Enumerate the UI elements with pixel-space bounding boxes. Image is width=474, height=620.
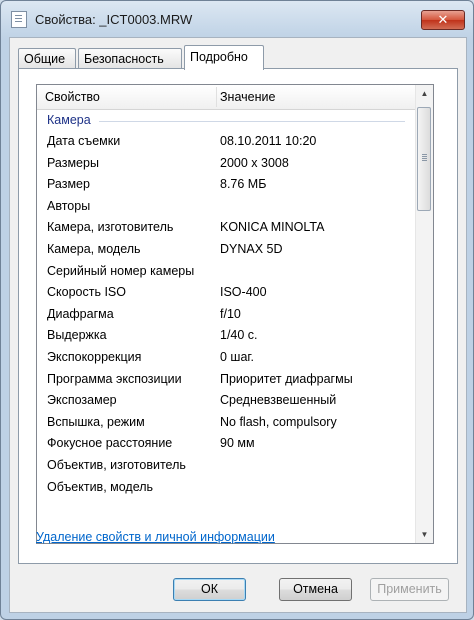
table-row[interactable]: Фокусное расстояние 90 мм — [37, 433, 415, 455]
property-name: Экспозамер — [47, 393, 117, 408]
property-name: Авторы — [47, 198, 91, 213]
table-row[interactable]: Экспозамер Средневзвешенный — [37, 390, 415, 412]
property-name: Дата съемки — [47, 134, 121, 148]
table-row[interactable]: Выдержка 1/40 с. — [37, 325, 415, 347]
details-panel: Свойство Значение Камера Дата съемки 08.1… — [18, 68, 458, 564]
property-value[interactable]: f/10 — [220, 307, 241, 321]
table-row[interactable]: Скорость ISO ISO-400 — [37, 282, 415, 304]
tab-security[interactable]: Безопасность — [78, 48, 182, 69]
property-value[interactable]: 1/40 с. — [220, 328, 258, 342]
property-value[interactable]: DYNAX 5D — [220, 242, 283, 256]
window-title: Свойства: _ICT0003.MRW — [35, 12, 193, 27]
file-properties-icon — [11, 11, 27, 28]
property-name: Камера, модель — [47, 242, 141, 256]
title-bar[interactable]: Свойства: _ICT0003.MRW ✕ — [1, 1, 473, 37]
property-name: Размеры — [47, 155, 99, 170]
table-row[interactable]: Объектив, модель — [37, 477, 415, 499]
column-header-property[interactable]: Свойство — [45, 90, 100, 104]
property-value[interactable]: 2000 x 3008 — [220, 156, 289, 170]
table-row[interactable]: Объектив, изготовитель — [37, 455, 415, 477]
ok-button[interactable]: ОК — [173, 578, 246, 601]
property-name: Объектив, изготовитель — [47, 458, 186, 472]
property-name: Серийный номер камеры — [47, 263, 195, 278]
remove-properties-link[interactable]: Удаление свойств и личной информации — [36, 530, 275, 544]
table-row[interactable]: Камера, изготовитель KONICA MINOLTA — [37, 217, 415, 239]
property-name: Вспышка, режим — [47, 414, 145, 429]
property-value[interactable]: ISO-400 — [220, 285, 267, 299]
table-row[interactable]: Вспышка, режим No flash, compulsory — [37, 412, 415, 434]
table-row[interactable]: Диафрагма f/10 — [37, 304, 415, 326]
tab-general[interactable]: Общие — [18, 48, 76, 69]
property-value[interactable]: KONICA MINOLTA — [220, 220, 324, 234]
property-value[interactable]: 90 мм — [220, 436, 255, 450]
property-value[interactable]: Приоритет диафрагмы — [220, 372, 353, 386]
table-row[interactable]: Дата съемки 08.10.2011 10:20 — [37, 131, 415, 153]
table-row[interactable]: Серийный номер камеры — [37, 261, 415, 283]
property-name: Объектив, модель — [47, 479, 154, 494]
properties-list[interactable]: Свойство Значение Камера Дата съемки 08.1… — [36, 84, 434, 544]
property-name: Размер — [47, 177, 90, 192]
close-button[interactable]: ✕ — [421, 10, 465, 30]
property-value[interactable]: 8.76 МБ — [220, 177, 266, 191]
property-value[interactable]: No flash, compulsory — [220, 415, 337, 429]
scroll-thumb[interactable] — [417, 107, 431, 211]
column-divider[interactable] — [216, 87, 217, 107]
vertical-scrollbar[interactable]: ▲ ▼ — [415, 85, 433, 543]
property-value[interactable]: 0 шаг. — [220, 350, 254, 364]
dialog-body: Общие Безопасность Подробно Свойство Зна… — [9, 37, 467, 613]
table-row[interactable]: Авторы — [37, 196, 415, 218]
property-name: Камера, изготовитель — [47, 220, 174, 235]
grip-icon — [422, 154, 427, 155]
column-header-value[interactable]: Значение — [220, 90, 275, 104]
apply-button[interactable]: Применить — [370, 578, 449, 601]
group-divider — [99, 121, 405, 122]
property-name: Экспокоррекция — [47, 350, 142, 364]
property-value[interactable]: 08.10.2011 10:20 — [220, 134, 316, 148]
property-value[interactable]: Средневзвешенный — [220, 393, 336, 407]
table-row[interactable]: Камера, модель DYNAX 5D — [37, 239, 415, 261]
group-label: Камера — [47, 113, 91, 127]
tab-details[interactable]: Подробно — [184, 45, 264, 70]
property-name: Диафрагма — [47, 306, 114, 321]
group-header-camera: Камера — [37, 111, 415, 131]
properties-dialog: Свойства: _ICT0003.MRW ✕ Общие Безопасно… — [0, 0, 474, 620]
table-row[interactable]: Программа экспозиции Приоритет диафрагмы — [37, 369, 415, 391]
table-row[interactable]: Размер 8.76 МБ — [37, 174, 415, 196]
property-name: Программа экспозиции — [47, 371, 182, 386]
property-name: Выдержка — [47, 328, 107, 343]
scroll-down-icon[interactable]: ▼ — [416, 526, 433, 543]
table-row[interactable]: Экспокоррекция 0 шаг. — [37, 347, 415, 369]
property-name: Скорость ISO — [47, 285, 126, 300]
property-name: Фокусное расстояние — [47, 436, 173, 451]
cancel-button[interactable]: Отмена — [279, 578, 352, 601]
scroll-up-icon[interactable]: ▲ — [416, 85, 433, 102]
list-header: Свойство Значение — [37, 85, 415, 110]
table-row[interactable]: Размеры 2000 x 3008 — [37, 153, 415, 175]
